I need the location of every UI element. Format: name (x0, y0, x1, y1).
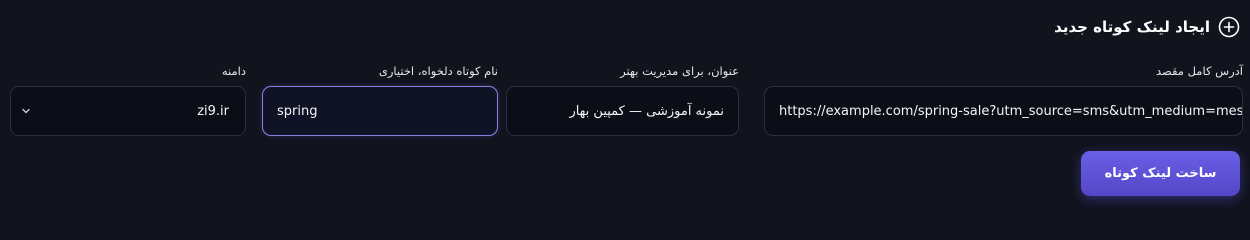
title-label: عنوان، برای مدیریت بهتر (620, 64, 739, 78)
title-field: عنوان، برای مدیریت بهتر نمونه آموزشی — ک… (506, 64, 739, 136)
plus-circle-icon (1218, 16, 1240, 38)
chevron-down-icon (21, 106, 31, 116)
domain-field: دامنه zi9.ir (10, 64, 246, 136)
alias-input[interactable]: spring (262, 86, 498, 136)
title-value: نمونه آموزشی — کمپین بهار (569, 103, 724, 119)
destination-url-value: https://example.com/spring-sale?utm_sour… (779, 103, 1243, 119)
destination-url-label: آدرس کامل مقصد (1155, 64, 1243, 78)
destination-url-field: آدرس کامل مقصد https://example.com/sprin… (764, 64, 1243, 136)
panel-title: ایجاد لینک کوتاه جدید (1054, 18, 1210, 36)
create-short-link-button[interactable]: ساخت لینک کوتاه (1081, 151, 1240, 196)
alias-label: نام کوتاه دلخواه، اختیاری (378, 64, 498, 78)
alias-value: spring (277, 103, 318, 119)
alias-field: نام کوتاه دلخواه، اختیاری spring (262, 64, 498, 136)
domain-select[interactable]: zi9.ir (10, 86, 246, 136)
domain-selected-value: zi9.ir (197, 103, 229, 119)
create-short-link-panel: ایجاد لینک کوتاه جدید آدرس کامل مقصد htt… (0, 0, 1250, 205)
title-input[interactable]: نمونه آموزشی — کمپین بهار (506, 86, 739, 136)
domain-label: دامنه (221, 64, 246, 78)
destination-url-input[interactable]: https://example.com/spring-sale?utm_sour… (764, 86, 1243, 136)
panel-header: ایجاد لینک کوتاه جدید (1054, 14, 1240, 40)
